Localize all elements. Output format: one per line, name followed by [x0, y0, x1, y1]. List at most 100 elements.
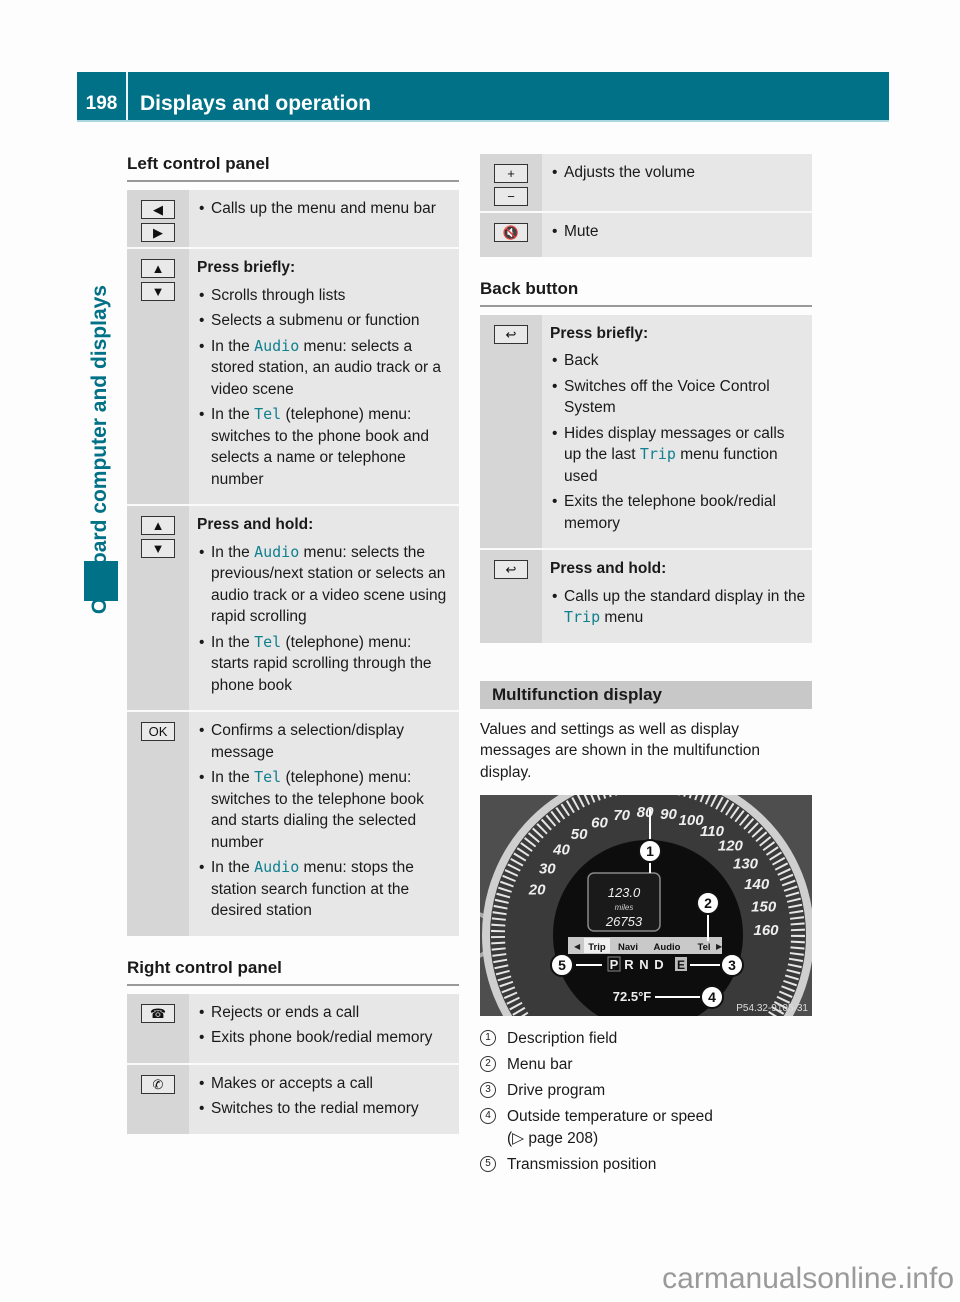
control-row: ↩ Press and hold: Calls up the standard di…: [480, 548, 812, 643]
control-row: OK Confirms a selection/display message In…: [127, 710, 459, 936]
speed-label: 160: [753, 922, 779, 939]
legend-text: Transmission position: [507, 1156, 657, 1173]
item-text: Calls up the menu and menu bar: [211, 200, 436, 217]
gear-p: P: [610, 957, 619, 972]
item-text: In the: [211, 337, 255, 355]
right-control-panel-heading: Right control panel: [127, 958, 459, 986]
speed-label: 120: [718, 838, 744, 855]
legend-item: 2 Menu bar: [480, 1054, 812, 1076]
page-header: 198 Displays and operation: [77, 72, 889, 122]
item-text: Back: [564, 352, 599, 369]
legend-item: 3 Drive program: [480, 1080, 812, 1102]
speed-label: 140: [744, 876, 770, 893]
down-arrow-icon: ▼: [141, 282, 175, 301]
control-description: Press briefly: Scrolls through lists Selec…: [189, 247, 459, 505]
function-item: Calls up the menu and menu bar: [197, 198, 453, 220]
item-text: Switches off the Voice Control System: [564, 377, 770, 417]
item-text: Switches to the redial memory: [211, 1100, 419, 1117]
item-text: In the: [211, 633, 255, 651]
menu-item-trip: Trip: [588, 942, 606, 953]
function-item: Adjusts the volume: [550, 162, 806, 184]
control-description: Press and hold: In the Audio menu: select…: [189, 504, 459, 711]
control-row: ▲▼Press briefly:Scrolls through listsSel…: [127, 247, 459, 505]
right-column: +−Adjusts the volume🔇Mute Back button ↩P…: [480, 154, 812, 1180]
function-item: Selects a submenu or function: [197, 310, 453, 332]
speed-label: 50: [571, 826, 588, 843]
control-keys: 🔇: [480, 211, 542, 257]
function-item: In the Tel (telephone) menu: switches to…: [197, 767, 453, 853]
item-text: Adjusts the volume: [564, 164, 695, 181]
control-description: Press briefly: Back Switches off the Voice…: [542, 314, 812, 549]
speed-label: 130: [733, 856, 759, 873]
press-mode-heading: Press briefly:: [550, 324, 649, 342]
page-title: Displays and operation: [140, 92, 372, 115]
menu-name: Audio: [254, 542, 300, 561]
item-text: Selects a submenu or function: [211, 312, 420, 329]
control-row: ✆ Makes or accepts a call Switches to the …: [127, 1062, 459, 1134]
ok-button-icon: OK: [141, 722, 175, 741]
menu-name: Tel: [254, 405, 282, 423]
legend-text: Menu bar: [507, 1056, 573, 1073]
function-item: In the Audio menu: stops the station sea…: [197, 857, 453, 922]
function-item: Rejects or ends a call: [197, 1002, 453, 1024]
control-description: Makes or accepts a call Switches to the r…: [189, 1062, 459, 1134]
control-keys: ✆: [127, 1062, 189, 1134]
speed-label: 150: [751, 899, 777, 916]
press-mode-heading: Press and hold:: [197, 516, 314, 533]
function-item: Makes or accepts a call: [197, 1073, 453, 1095]
function-item: Switches to the redial memory: [197, 1098, 453, 1120]
callout-number: 4: [708, 989, 716, 1005]
callout-number: 3: [480, 1082, 496, 1098]
control-description: Press and hold: Calls up the standard dis…: [542, 548, 812, 643]
function-item: In the Audio menu: selects a stored stat…: [197, 336, 453, 401]
up-arrow-icon: ▲: [141, 516, 175, 535]
item-text: menu: [600, 609, 644, 626]
function-list: Calls up the menu and menu bar: [197, 198, 453, 220]
outside-temperature: 72.5°F: [613, 989, 652, 1004]
right-arrow-icon: ▶: [141, 223, 175, 242]
callout-number: 1: [480, 1030, 496, 1046]
control-keys: ▲ ▼: [127, 247, 189, 505]
legend-item: 4 Outside temperature or speed (▷ page 208…: [480, 1106, 812, 1150]
left-control-panel-table: ◀▶Calls up the menu and menu bar▲▼Press …: [127, 190, 459, 936]
side-tab: On-board computer and displays: [77, 120, 127, 1300]
page-reference-link[interactable]: (▷ page 208): [507, 1128, 812, 1150]
press-mode-heading: Press and hold:: [550, 560, 667, 577]
end-call-icon: ☎: [141, 1003, 175, 1023]
function-list: Confirms a selection/display message In t…: [197, 720, 453, 922]
speedometer-illustration: 2030405060 70 80 90 100110120130140150160 12…: [480, 795, 812, 1016]
callout-number: 2: [704, 895, 712, 911]
trip-unit: miles: [615, 903, 634, 912]
page-number: 198: [77, 72, 128, 120]
function-item: Confirms a selection/display message: [197, 720, 453, 763]
volume-up-icon: +: [494, 164, 528, 183]
function-list: Mute: [550, 221, 806, 243]
back-icon: ↩: [494, 324, 528, 344]
function-item: In the Audio menu: selects the previous/…: [197, 542, 453, 628]
multifunction-intro: Values and settings as well as display m…: [480, 720, 761, 781]
control-row: ↩ Press briefly: Back Switches off the Voic…: [480, 314, 812, 549]
control-keys: ▲ ▼: [127, 504, 189, 711]
control-row: ◀▶ Calls up the menu and menu bar: [127, 190, 459, 248]
function-item: Mute: [550, 221, 806, 243]
item-text: Mute: [564, 223, 599, 240]
control-keys: ☎: [127, 993, 189, 1064]
left-control-panel-heading: Left control panel: [127, 154, 459, 182]
item-text: Exits phone book/redial memory: [211, 1029, 433, 1046]
speed-label: 40: [552, 842, 570, 859]
item-text: Scrolls through lists: [211, 286, 346, 304]
multifunction-display-image: 20 30 40 50 60 70 80 90 100 110 120 130 140 150 160 12…: [480, 795, 812, 1016]
left-column: Left control panel ◀▶ Calls up the menu a…: [127, 154, 459, 1134]
item-text: In the: [211, 859, 255, 876]
function-item: Back: [550, 350, 806, 372]
function-list: Adjusts the volume: [550, 162, 806, 184]
control-keys: ◀ ▶: [127, 190, 189, 248]
back-button-heading: Back button: [480, 279, 812, 307]
side-tab-marker: [84, 561, 118, 601]
callout-number: 5: [558, 957, 566, 973]
gear-r: R: [624, 957, 634, 972]
callout-number: 1: [646, 843, 654, 859]
control-row: 🔇 Mute: [480, 211, 812, 257]
multifunction-heading: Multifunction display: [480, 680, 812, 709]
svg-text:◀: ◀: [574, 942, 581, 951]
